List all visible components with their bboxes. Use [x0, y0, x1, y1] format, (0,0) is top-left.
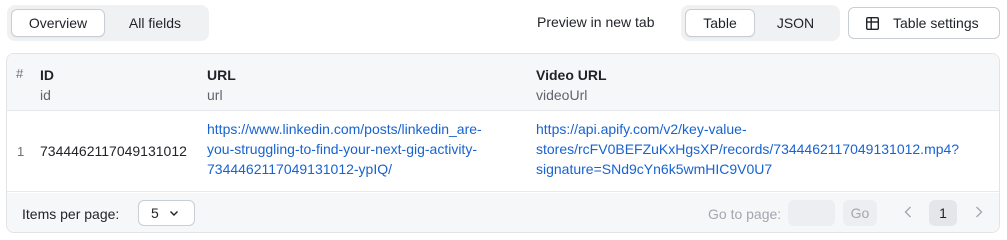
cell-url-link[interactable]: https://www.linkedin.com/posts/linkedin_… — [207, 119, 517, 179]
tab-overview[interactable]: Overview — [11, 9, 105, 37]
chevron-down-icon — [169, 205, 179, 221]
view-switch: Overview All fields — [7, 5, 209, 41]
table-settings-icon — [866, 16, 879, 30]
table-settings-label: Table settings — [893, 15, 979, 31]
previous-page-button[interactable] — [901, 202, 915, 224]
column-field: url — [207, 87, 223, 103]
preview-in-new-tab-link[interactable]: Preview in new tab — [537, 14, 655, 30]
video-url-line: signature=SNd9cYn6k5wmHIC9V0U7 — [536, 161, 773, 177]
url-line: you-struggling-to-find-your-next-gig-act… — [207, 141, 477, 157]
go-to-page-label: Go to page: — [708, 206, 782, 222]
go-button[interactable]: Go — [843, 200, 877, 226]
page-number-button[interactable]: 1 — [929, 200, 957, 226]
items-per-page-value: 5 — [151, 205, 159, 221]
column-header-video-url[interactable]: Video URL videoUrl — [536, 65, 607, 105]
row-index: 1 — [17, 144, 25, 159]
tab-json[interactable]: JSON — [755, 9, 836, 37]
chevron-left-icon — [904, 205, 912, 221]
url-line: 7344462117049131012-ypIQ/ — [207, 161, 393, 177]
table-row: 1 7344462117049131012 https://www.linked… — [7, 111, 999, 192]
next-page-button[interactable] — [972, 202, 986, 224]
results-table: # ID id URL url Video URL videoUrl 1 734… — [6, 53, 1000, 233]
url-line: https://www.linkedin.com/posts/linkedin_… — [207, 121, 482, 137]
format-switch: Table JSON — [681, 5, 840, 41]
tab-table[interactable]: Table — [685, 9, 755, 37]
table-footer: Items per page: 5 Go to page: Go 1 — [7, 193, 999, 232]
column-header-url[interactable]: URL url — [207, 65, 236, 105]
tab-all-fields[interactable]: All fields — [105, 9, 205, 37]
go-to-page-input[interactable] — [788, 200, 835, 226]
cell-video-url-link[interactable]: https://api.apify.com/v2/key-value- stor… — [536, 119, 976, 179]
video-url-line: stores/rcFV0BEFZuKxHgsXP/records/7344462… — [536, 141, 960, 157]
table-header: # ID id URL url Video URL videoUrl — [7, 54, 999, 111]
video-url-line: https://api.apify.com/v2/key-value- — [536, 121, 747, 137]
column-title: ID — [40, 67, 54, 83]
column-field: videoUrl — [536, 87, 588, 103]
cell-id: 7344462117049131012 — [40, 143, 187, 159]
items-per-page-label: Items per page: — [22, 206, 120, 222]
column-title: Video URL — [536, 67, 607, 83]
column-field: id — [40, 87, 51, 103]
items-per-page-select[interactable]: 5 — [138, 200, 195, 226]
chevron-right-icon — [975, 205, 983, 221]
index-column-header: # — [16, 66, 24, 81]
table-settings-button[interactable]: Table settings — [848, 7, 1000, 39]
column-header-id[interactable]: ID id — [40, 65, 54, 105]
column-title: URL — [207, 67, 236, 83]
